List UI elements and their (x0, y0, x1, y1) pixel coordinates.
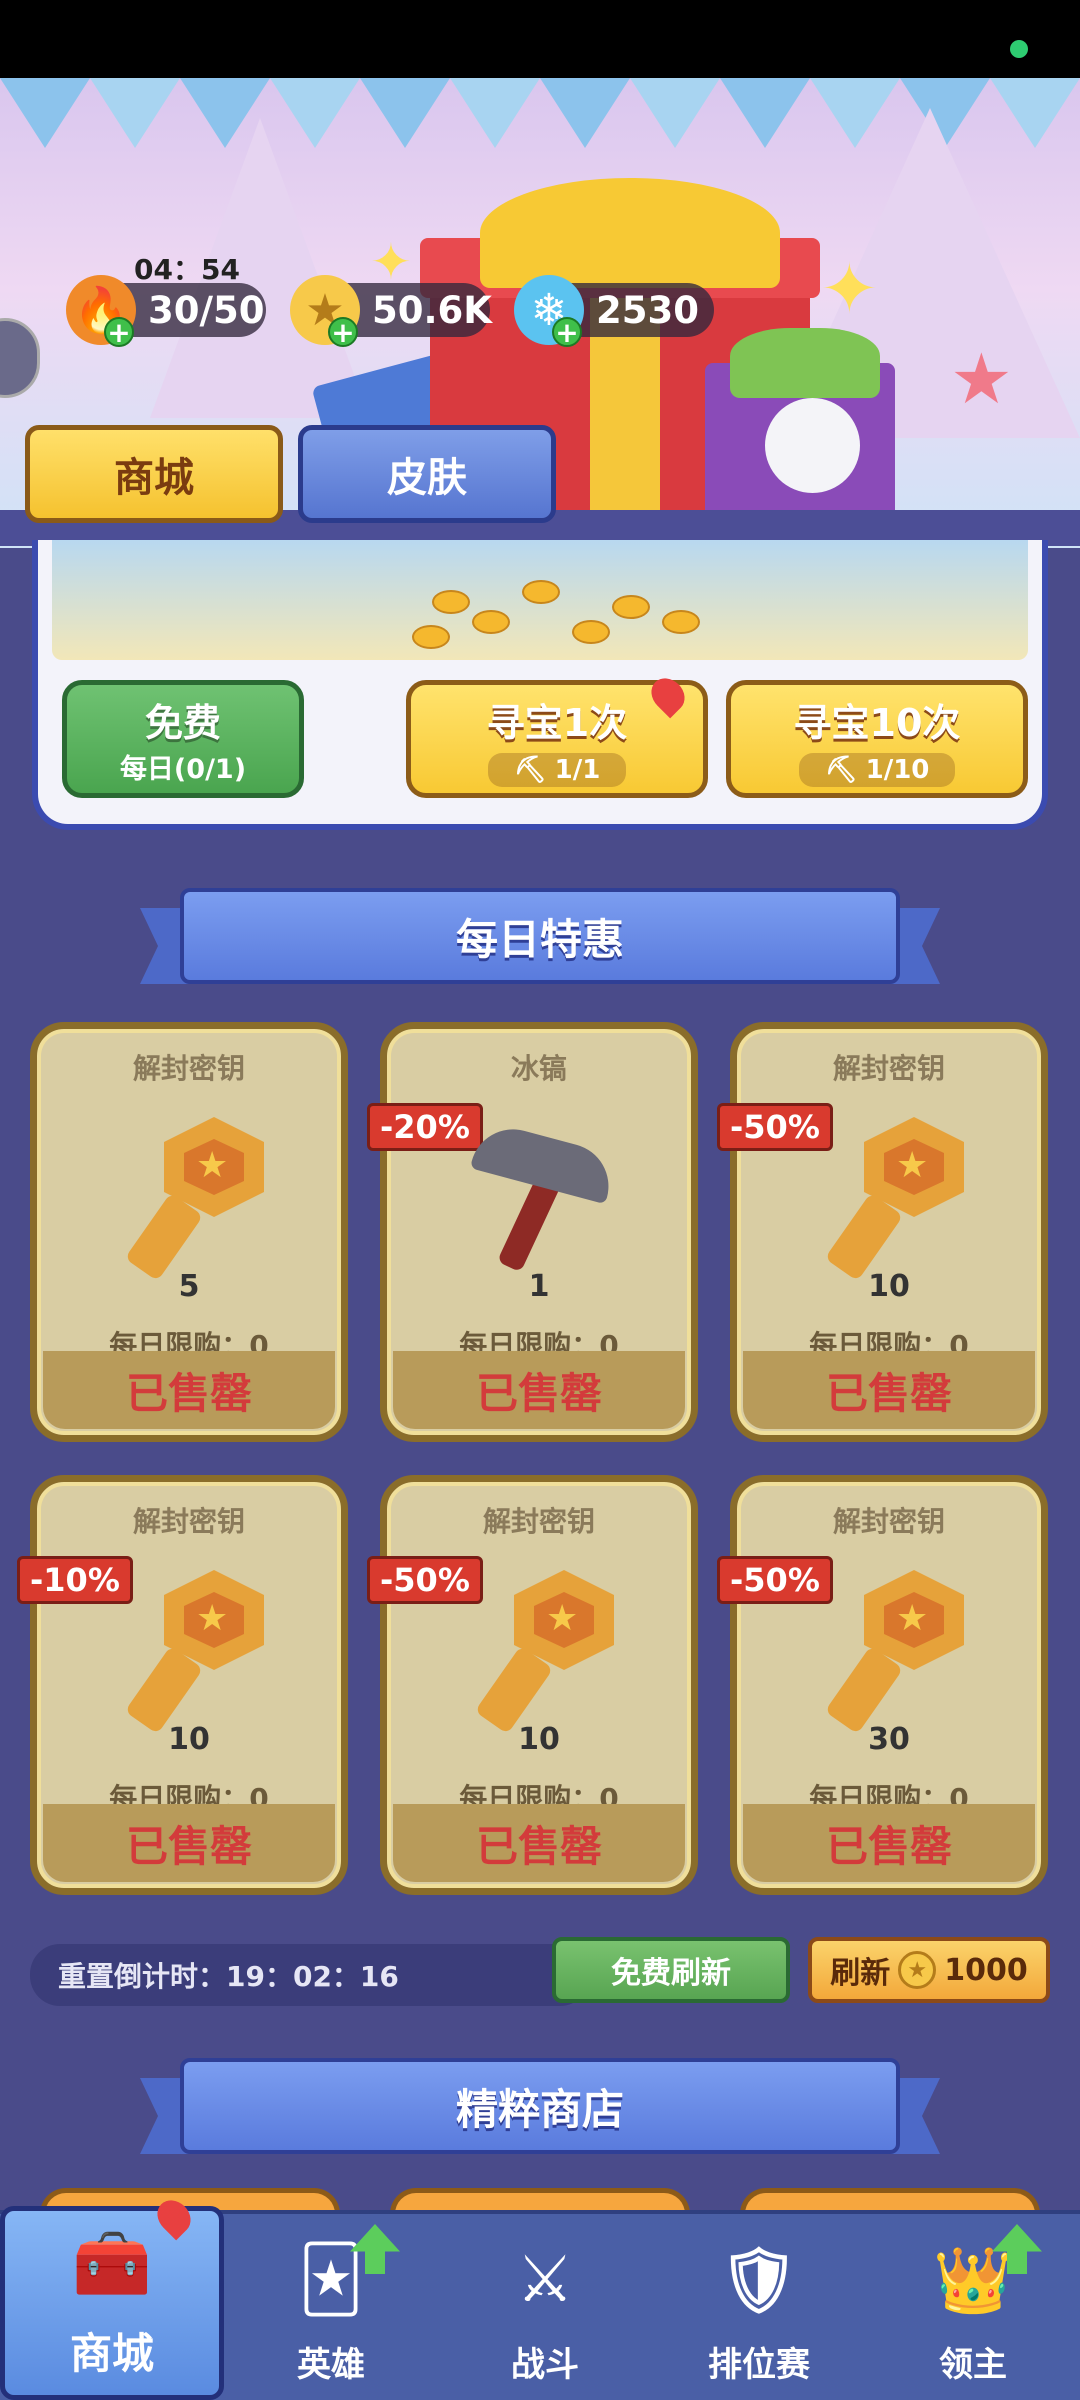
rank-shield-icon: 🛡 (718, 2243, 800, 2318)
gift-bow-icon (480, 178, 780, 288)
free-hunt-button[interactable]: 免费 每日(0/1) (62, 680, 304, 798)
energy-counter[interactable]: 🔥 + 30/50 (66, 275, 266, 347)
tab-skin[interactable]: 皮肤 (298, 425, 556, 523)
hunt-ten-count: ⛏ 1/10 (798, 752, 956, 787)
deal-qty: 30 (868, 1722, 910, 1757)
deal-card[interactable]: 解封密钥 ★ 5 每日限购：0 已售罄 (30, 1022, 348, 1442)
snowman-icon (765, 398, 860, 493)
refresh-cost: 1000 (944, 1952, 1028, 1988)
hunt-ten-count-value: 1/10 (865, 754, 930, 785)
sold-out-label: 已售罄 (743, 1804, 1035, 1882)
gold-counter[interactable]: ★ + 50.6K (290, 275, 492, 347)
nav-heroes-label: 英雄 (297, 2345, 365, 2385)
essence-shop-title: 精粹商店 (180, 2058, 900, 2154)
daily-deals-header: 每日特惠 (140, 888, 940, 984)
star-icon: ✦ (820, 248, 879, 330)
sold-out-label: 已售罄 (43, 1804, 335, 1882)
hunt-ten-button[interactable]: 寻宝10次 ⛏ 1/10 (726, 680, 1028, 798)
deal-name: 解封密钥 (832, 1505, 945, 1538)
key-icon: ★ (387, 1570, 691, 1735)
nav-ranked-label: 排位赛 (708, 2345, 810, 2385)
deal-qty: 10 (868, 1269, 910, 1304)
treasure-hunt-panel: 免费 每日(0/1) 寻宝1次 ⛏ 1/1 寻宝10次 ⛏ 1/10 (32, 540, 1048, 830)
nav-heroes[interactable]: 🃏 英雄 (224, 2214, 438, 2400)
energy-value: 30/50 (148, 288, 265, 332)
deal-name: 解封密钥 (132, 1052, 245, 1085)
nav-battle-label: 战斗 (511, 2345, 579, 2385)
add-gold-icon[interactable]: + (328, 317, 358, 347)
game-screen: ✦ ✦ ★ 04：54 🔥 + 30/50 ★ + 50.6K ❄ + 2530… (0, 0, 1080, 2400)
hunt-once-label: 寻宝1次 (486, 700, 628, 745)
pickaxe-icon: ⛏ (824, 754, 858, 785)
resource-bar: 🔥 + 30/50 ★ + 50.6K ❄ + 2530 (66, 275, 714, 347)
reset-countdown: 重置倒计时：19：02：16 (30, 1944, 590, 2006)
deal-qty: 10 (518, 1722, 560, 1757)
deal-name: 解封密钥 (832, 1052, 945, 1085)
status-indicator-icon (1010, 40, 1028, 58)
hunt-ten-label: 寻宝10次 (793, 700, 961, 745)
treasure-chest-icon: 🧰 (72, 2226, 152, 2301)
free-refresh-button[interactable]: 免费刷新 (552, 1937, 790, 2003)
deal-card[interactable]: 解封密钥 -50% ★ 10 每日限购：0 已售罄 (717, 1022, 1048, 1442)
sold-out-label: 已售罄 (43, 1351, 335, 1429)
refresh-label: 刷新 (830, 1956, 891, 1991)
key-icon: ★ (37, 1570, 341, 1735)
pickaxe-icon (387, 1117, 691, 1273)
tab-shop[interactable]: 商城 (25, 425, 283, 523)
nav-battle[interactable]: ⚔ 战斗 (438, 2214, 652, 2400)
deal-name: 解封密钥 (132, 1505, 245, 1538)
deal-card[interactable]: 解封密钥 -10% ★ 10 每日限购：0 已售罄 (17, 1475, 348, 1895)
hunt-once-button[interactable]: 寻宝1次 ⛏ 1/1 (406, 671, 708, 798)
deal-card[interactable]: 解封密钥 -50% ★ 30 每日限购：0 已售罄 (717, 1475, 1048, 1895)
nav-ranked[interactable]: 🛡 排位赛 (652, 2214, 866, 2400)
energy-timer: 04：54 (134, 253, 240, 286)
gift-bow-icon (730, 328, 880, 398)
free-hunt-label: 免费 (144, 701, 221, 745)
gold-coin-icon: ★ (898, 1951, 937, 1989)
add-gem-icon[interactable]: + (552, 317, 582, 347)
deal-name: 解封密钥 (482, 1505, 595, 1538)
nav-lord-label: 领主 (939, 2345, 1007, 2385)
gem-value: 2530 (596, 288, 699, 332)
daily-deals-title: 每日特惠 (180, 888, 900, 984)
key-icon: ★ (37, 1117, 341, 1282)
sold-out-label: 已售罄 (743, 1351, 1035, 1429)
deal-qty: 10 (168, 1722, 210, 1757)
add-energy-icon[interactable]: + (104, 317, 134, 347)
star-icon: ★ (950, 338, 1013, 420)
crossed-swords-icon: ⚔ (516, 2243, 574, 2317)
hunt-once-count: ⛏ 1/1 (487, 752, 627, 787)
free-hunt-sub: 每日(0/1) (119, 754, 247, 785)
sold-out-label: 已售罄 (393, 1804, 685, 1882)
deal-card[interactable]: 冰镐 -20% 1 每日限购：0 已售罄 (367, 1022, 698, 1442)
nav-shop-label: 商城 (69, 2329, 154, 2378)
status-bar (0, 0, 1080, 78)
essence-shop-header: 精粹商店 (140, 2058, 940, 2154)
notification-dot-icon (644, 671, 692, 719)
side-menu-handle[interactable] (0, 318, 40, 398)
deal-qty: 1 (528, 1269, 550, 1304)
deal-name: 冰镐 (510, 1052, 567, 1085)
deal-card[interactable]: 解封密钥 -50% ★ 10 每日限购：0 已售罄 (367, 1475, 698, 1895)
gem-counter[interactable]: ❄ + 2530 (514, 275, 714, 347)
paid-refresh-button[interactable]: 刷新 ★ 1000 (808, 1937, 1050, 2003)
pickaxe-icon: ⛏ (513, 754, 547, 785)
key-icon: ★ (737, 1570, 1041, 1735)
hunt-once-count-value: 1/1 (554, 754, 601, 785)
nav-shop[interactable]: 🧰 商城 (0, 2193, 224, 2400)
bottom-nav: 🧰 商城 🃏 英雄 ⚔ 战斗 🛡 排位赛 👑 领主 (0, 2193, 1080, 2400)
nav-lord[interactable]: 👑 领主 (866, 2214, 1080, 2400)
gold-value: 50.6K (372, 288, 492, 332)
treasure-scene (52, 540, 1028, 660)
deal-qty: 5 (178, 1269, 200, 1304)
sold-out-label: 已售罄 (393, 1351, 685, 1429)
key-icon: ★ (737, 1117, 1041, 1282)
